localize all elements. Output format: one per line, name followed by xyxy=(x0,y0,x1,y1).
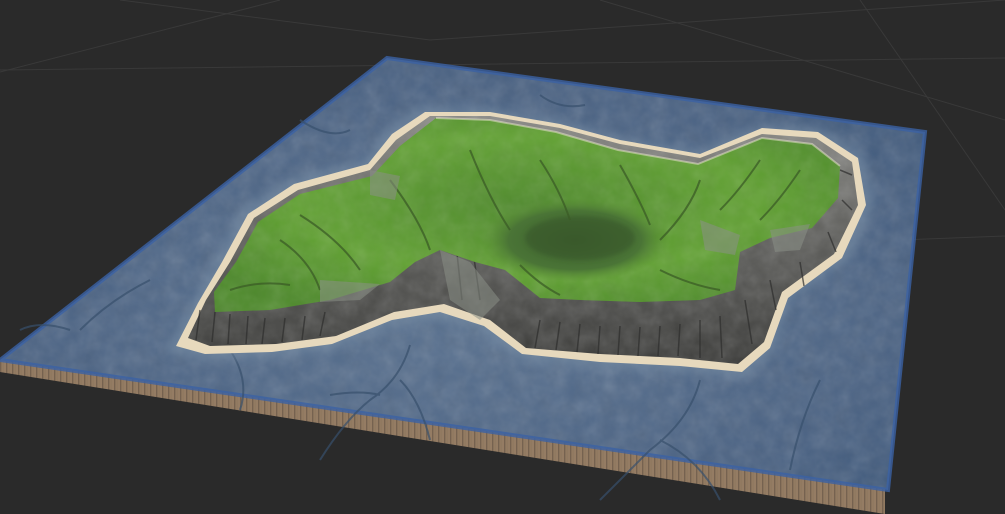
terrain-viewport[interactable] xyxy=(0,0,1005,514)
terrain-scene xyxy=(0,0,1005,514)
